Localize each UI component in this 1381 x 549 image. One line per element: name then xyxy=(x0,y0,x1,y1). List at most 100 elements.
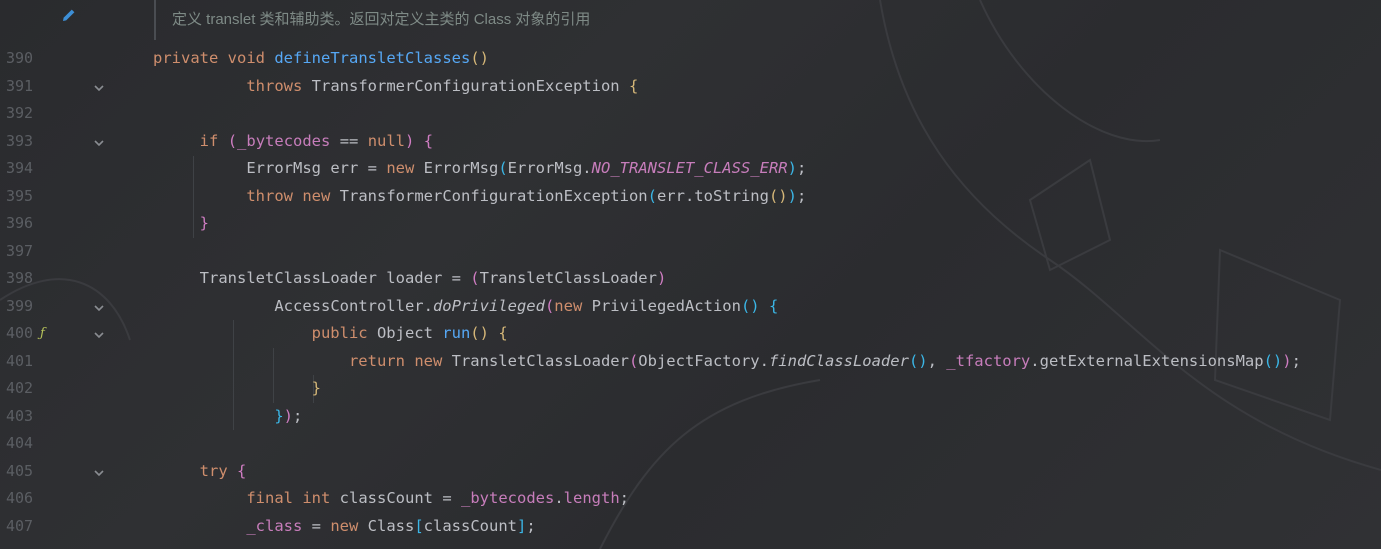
line-number[interactable]: 398 xyxy=(6,265,34,293)
code-line[interactable]: 394 ErrorMsg err = new ErrorMsg(ErrorMsg… xyxy=(0,155,1381,183)
line-number[interactable]: 402 xyxy=(6,375,34,403)
code-token: return xyxy=(348,351,405,370)
code-token: final xyxy=(246,489,293,507)
code-editor[interactable]: 定义 translet 类和辅助类。返回对定义主类的 Class 对象的引用 3… xyxy=(0,0,1381,549)
chevron-down-icon[interactable] xyxy=(92,135,106,149)
chevron-down-icon[interactable] xyxy=(92,300,106,314)
code-line[interactable]: 390 private void defineTransletClasses() xyxy=(0,45,1381,73)
code-line[interactable]: 403 }); xyxy=(0,403,1381,431)
code-token: null xyxy=(367,131,406,150)
code-token: () xyxy=(740,296,760,315)
line-number[interactable]: 391 xyxy=(6,73,34,101)
code-text[interactable]: AccessController.doPrivileged(new Privil… xyxy=(153,293,778,321)
code-token: classCount xyxy=(423,516,517,535)
code-token: new xyxy=(414,351,443,370)
code-token: () xyxy=(470,49,489,67)
code-text[interactable]: return new TransletClassLoader(ObjectFac… xyxy=(153,348,1301,376)
code-token: } xyxy=(274,406,284,425)
code-token: () xyxy=(768,186,788,205)
code-token: new xyxy=(554,296,583,315)
line-number[interactable]: 392 xyxy=(6,100,34,128)
line-number[interactable]: 405 xyxy=(6,458,34,486)
code-token: throw xyxy=(246,186,293,205)
code-text[interactable]: public Object run() { xyxy=(153,320,508,348)
code-token: ) xyxy=(283,406,294,425)
code-text[interactable]: _class = new Class[classCount]; xyxy=(153,513,536,541)
line-number[interactable]: 397 xyxy=(6,238,34,266)
code-token: ( xyxy=(227,131,238,150)
line-number[interactable]: 390 xyxy=(6,45,34,73)
code-line[interactable]: 391 throws TransformerConfigurationExcep… xyxy=(0,73,1381,101)
code-token: .getExternalExtensionsMap xyxy=(1030,351,1264,370)
code-text[interactable]: }); xyxy=(153,403,302,431)
code-token: () xyxy=(908,351,928,370)
pencil-icon[interactable] xyxy=(60,6,78,24)
code-line[interactable]: 402 } xyxy=(0,375,1381,403)
code-token: TransletClassLoader xyxy=(442,351,629,370)
code-token: ; xyxy=(526,516,536,535)
line-number[interactable]: 404 xyxy=(6,430,34,458)
code-line[interactable]: 406 final int classCount = _bytecodes.le… xyxy=(0,485,1381,513)
line-number[interactable]: 393 xyxy=(6,128,34,156)
code-text[interactable]: } xyxy=(153,210,209,238)
code-text[interactable]: if (_bytecodes == null) { xyxy=(153,128,433,156)
code-line[interactable]: 392 xyxy=(0,100,1381,128)
code-line[interactable]: 398 TransletClassLoader loader = (Transl… xyxy=(0,265,1381,293)
code-token: ; xyxy=(796,159,807,177)
line-number[interactable]: 395 xyxy=(6,183,34,211)
code-line[interactable]: 405 try { xyxy=(0,458,1381,486)
code-line[interactable]: 404 xyxy=(0,430,1381,458)
chevron-down-icon[interactable] xyxy=(92,327,106,341)
line-number[interactable]: 401 xyxy=(6,348,34,376)
code-text[interactable]: private void defineTransletClasses() xyxy=(153,45,489,73)
code-token: new xyxy=(302,186,331,205)
code-token: private xyxy=(153,49,219,67)
code-token: run xyxy=(442,324,471,342)
code-token: . xyxy=(554,489,564,507)
line-number[interactable]: 406 xyxy=(6,485,34,513)
code-line[interactable]: 400 ƒ public Object run() { xyxy=(0,320,1381,348)
code-token: ObjectFactory. xyxy=(638,351,769,370)
line-number[interactable]: 394 xyxy=(6,155,34,183)
code-text[interactable]: } xyxy=(153,375,321,403)
code-token: ; xyxy=(293,406,303,425)
code-text[interactable]: ErrorMsg err = new ErrorMsg(ErrorMsg.NO_… xyxy=(153,155,806,183)
line-number[interactable]: 407 xyxy=(6,513,34,541)
code-token: Class xyxy=(358,516,415,535)
code-line[interactable]: 397 xyxy=(0,238,1381,266)
doc-comment: 定义 translet 类和辅助类。返回对定义主类的 Class 对象的引用 xyxy=(154,0,1381,40)
code-line[interactable]: 395 throw new TransformerConfigurationEx… xyxy=(0,183,1381,211)
code-token: == xyxy=(330,131,368,150)
code-token: { xyxy=(237,461,247,480)
chevron-down-icon[interactable] xyxy=(92,80,106,94)
code-token: } xyxy=(199,214,210,232)
lambda-icon[interactable]: ƒ xyxy=(40,324,60,344)
line-number[interactable]: 403 xyxy=(6,403,34,431)
line-number[interactable]: 400 xyxy=(6,320,34,348)
code-token: void xyxy=(227,49,265,67)
line-number[interactable]: 399 xyxy=(6,293,34,321)
code-token: err.toString xyxy=(656,186,769,205)
code-token: ; xyxy=(1291,351,1301,370)
code-token: TransletClassLoader loader = xyxy=(199,269,471,287)
code-text[interactable]: throws TransformerConfigurationException… xyxy=(153,73,638,101)
code-token: ErrorMsg err = xyxy=(246,159,387,177)
code-line[interactable]: 393 if (_bytecodes == null) { xyxy=(0,128,1381,156)
code-text[interactable]: final int classCount = _bytecodes.length… xyxy=(153,485,629,513)
code-line[interactable]: 399 AccessController.doPrivileged(new Pr… xyxy=(0,293,1381,321)
code-token: ( xyxy=(544,296,555,315)
code-text[interactable]: throw new TransformerConfigurationExcept… xyxy=(153,183,806,211)
chevron-down-icon[interactable] xyxy=(92,465,106,479)
code-line[interactable]: 396 } xyxy=(0,210,1381,238)
code-line[interactable]: 407 _class = new Class[classCount]; xyxy=(0,513,1381,541)
code-line[interactable]: 401 return new TransletClassLoader(Objec… xyxy=(0,348,1381,376)
code-token: { xyxy=(768,296,779,315)
code-token: new xyxy=(330,516,359,535)
code-text[interactable]: TransletClassLoader loader = (TransletCl… xyxy=(153,265,667,293)
code-token: ; xyxy=(796,186,807,205)
line-number[interactable]: 396 xyxy=(6,210,34,238)
code-text[interactable]: try { xyxy=(153,458,247,486)
code-token: _bytecodes xyxy=(461,489,555,507)
